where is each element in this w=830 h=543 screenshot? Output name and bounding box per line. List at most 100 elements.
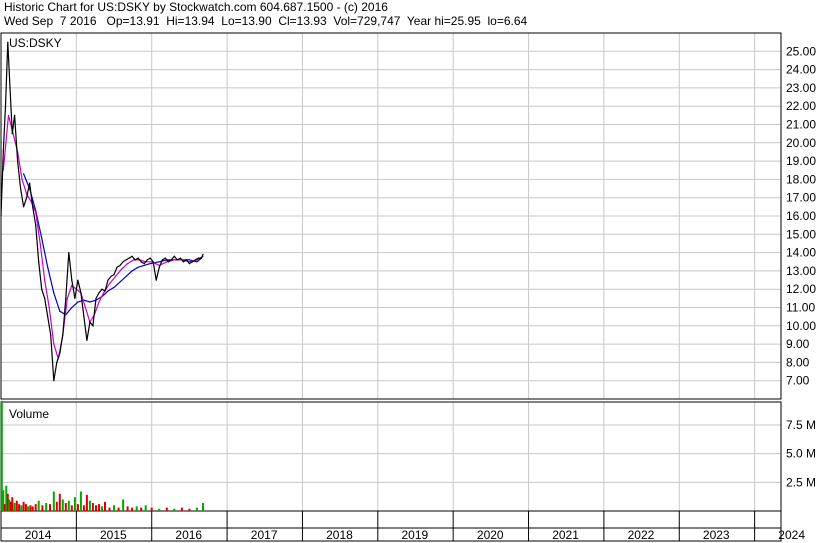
year-tick-label: 2021 <box>552 528 579 542</box>
volume-panel-frame <box>0 401 782 512</box>
price-line-point <box>35 224 37 226</box>
ma-short-line-point <box>35 211 37 213</box>
price-line-point <box>202 253 204 255</box>
price-line-point <box>59 352 61 354</box>
price-line-point <box>140 261 142 263</box>
price-line-point <box>188 263 190 265</box>
volume-bar <box>24 504 27 511</box>
price-line-point <box>98 292 100 294</box>
volume-bar <box>49 504 51 511</box>
ma-long-line-point <box>77 301 79 303</box>
ma-short-line-point <box>53 343 55 345</box>
year-tick-label: 2014 <box>25 528 52 542</box>
price-tick-label: 10.00 <box>786 319 816 333</box>
price-line-point <box>47 316 49 318</box>
volume-panel-title: Volume <box>9 407 49 421</box>
year-tick-label: 2019 <box>402 528 429 542</box>
volume-bar <box>85 494 88 511</box>
price-line-point <box>89 321 91 323</box>
price-line-point <box>80 292 82 294</box>
price-tick-label: 20.00 <box>786 136 816 150</box>
year-tick-label: 2016 <box>175 528 202 542</box>
ma-long-line-point <box>47 266 49 268</box>
volume-bar <box>165 507 168 511</box>
volume-bar <box>180 507 183 511</box>
ma-short-line-point <box>98 301 100 303</box>
volume-bar <box>45 503 48 511</box>
price-line-point <box>95 297 97 299</box>
price-line-point <box>32 206 34 208</box>
ma-short-line-point <box>121 268 123 270</box>
volume-bar <box>58 493 61 511</box>
price-line-point <box>125 259 127 261</box>
volume-bar <box>113 505 115 511</box>
ma-long-line-point <box>143 264 145 266</box>
ma-long-line-point <box>59 310 61 312</box>
price-line-point <box>176 259 178 261</box>
volume-bar <box>13 503 16 511</box>
ma-short-line <box>2 115 204 359</box>
ma-long-line-point <box>107 290 109 292</box>
price-panel-title: US:DSKY <box>9 36 62 50</box>
ma-short-line-point <box>7 114 10 116</box>
price-line-point <box>77 279 79 281</box>
ma-long-line-point <box>119 281 121 283</box>
volume-bar <box>188 508 191 511</box>
price-line-point <box>104 290 106 292</box>
price-tick-label: 16.00 <box>786 209 816 223</box>
volume-bar <box>150 507 153 511</box>
price-line <box>0 42 204 381</box>
volume-bar <box>52 491 55 511</box>
ma-short-line-point <box>102 292 105 294</box>
volume-tick-labels: 2.5 M 5.0 M 7.5 M <box>786 418 816 489</box>
ma-long-line-point <box>41 237 43 239</box>
price-line-point <box>101 288 103 290</box>
volume-bar <box>104 501 106 511</box>
chart-grid <box>0 33 781 541</box>
volume-bar <box>37 500 40 511</box>
volume-bar <box>20 505 23 511</box>
volume-tick-label: 5.0 M <box>786 447 816 461</box>
year-tick-label: 2020 <box>477 528 504 542</box>
volume-bar <box>91 503 94 511</box>
volume-bar <box>15 500 18 511</box>
price-line-point <box>131 255 133 257</box>
price-line-point <box>20 188 22 190</box>
price-line-point <box>128 257 130 259</box>
price-line-point <box>152 261 154 263</box>
price-line-point <box>23 206 25 208</box>
volume-bar <box>79 491 82 511</box>
volume-bar <box>73 497 76 511</box>
volume-bar <box>140 507 143 511</box>
price-tick-label: 12.00 <box>786 282 816 296</box>
price-tick-label: 24.00 <box>786 63 816 77</box>
volume-bar <box>22 501 25 511</box>
price-line-point <box>29 182 31 184</box>
price-line-point <box>41 288 43 290</box>
volume-bar <box>31 506 34 511</box>
ma-long-line-point <box>113 286 115 288</box>
price-line-point <box>113 274 115 276</box>
price-tick-label: 22.00 <box>786 99 816 113</box>
price-line-point <box>170 259 172 261</box>
price-tick-label: 25.00 <box>786 44 816 58</box>
price-line-point <box>71 279 73 281</box>
ma-short-line-point <box>66 297 68 299</box>
ma-short-line-point <box>21 178 23 180</box>
stock-chart: 7.00 8.00 9.00 10.00 11.00 12.00 13.00 14.00 15.… <box>0 32 816 542</box>
price-line-point <box>194 259 196 261</box>
price-line-point <box>173 255 175 257</box>
price-line-point <box>44 297 46 299</box>
price-line-point <box>110 275 112 277</box>
price-tick-label: 15.00 <box>786 227 816 241</box>
year-tick-label: 2024 <box>778 528 805 542</box>
price-line-point <box>146 259 148 261</box>
ma-short-line-point <box>44 279 46 281</box>
ma-long-line-point <box>149 263 151 265</box>
price-line-point <box>14 114 16 116</box>
price-line-point <box>167 261 169 263</box>
price-line-point <box>11 133 13 135</box>
price-layer <box>0 41 204 382</box>
ma-long-line-point <box>137 266 139 268</box>
volume-bar <box>64 503 67 511</box>
